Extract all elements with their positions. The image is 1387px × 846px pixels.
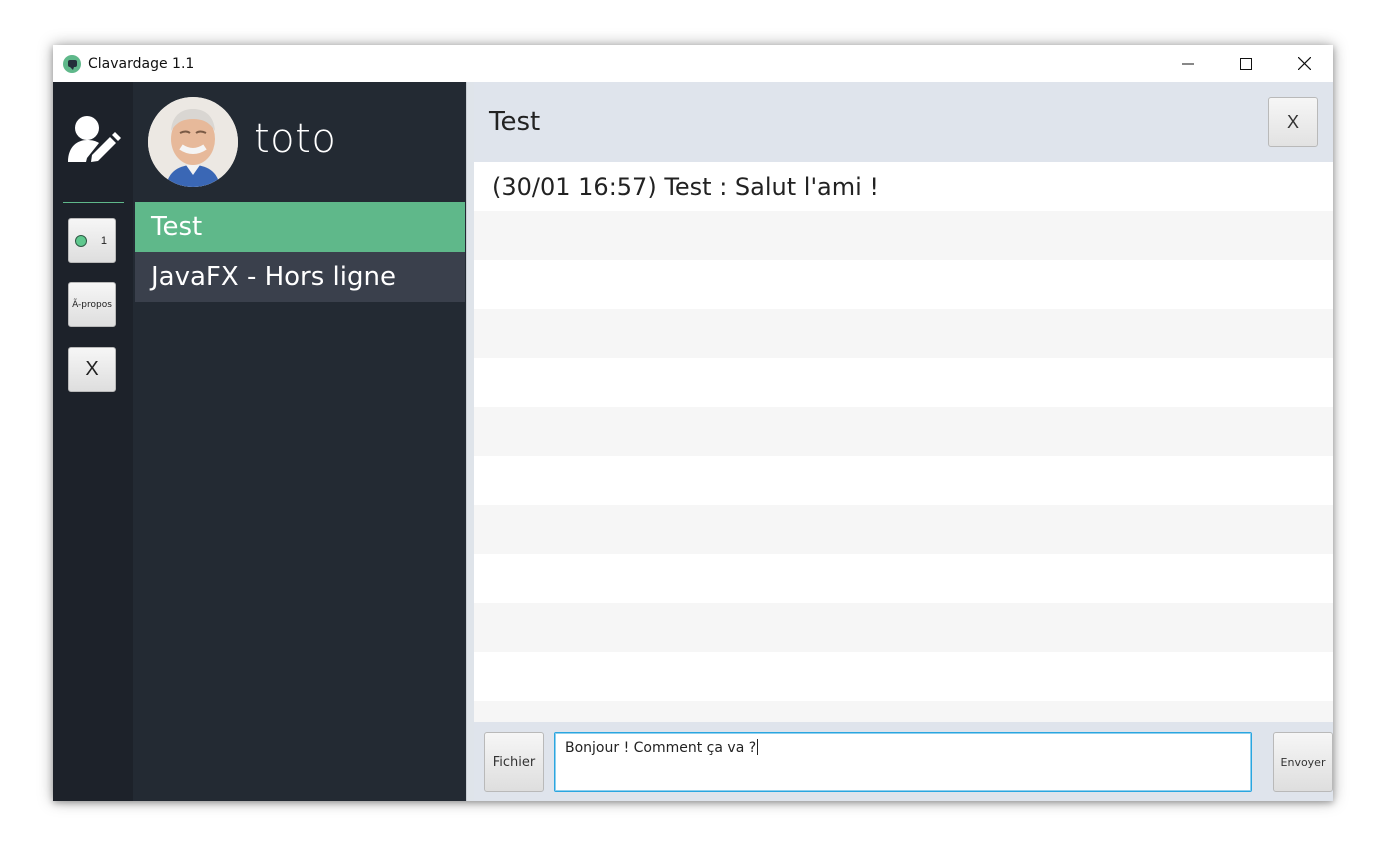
online-status-icon xyxy=(75,234,87,247)
contact-item-javafx[interactable]: JavaFX - Hors ligne xyxy=(135,252,465,302)
empty-row xyxy=(474,701,1333,722)
message-input[interactable]: Bonjour ! Comment ça va ? xyxy=(554,732,1252,792)
window-controls xyxy=(1159,45,1333,82)
contacts-sidebar: toto Test JavaFX - Hors ligne xyxy=(133,82,466,801)
close-window-button[interactable] xyxy=(1275,45,1333,82)
maximize-button[interactable] xyxy=(1217,45,1275,82)
empty-row xyxy=(474,260,1333,309)
window-title: Clavardage 1.1 xyxy=(88,55,195,72)
edit-profile-icon[interactable] xyxy=(65,112,121,172)
empty-row xyxy=(474,358,1333,407)
empty-row xyxy=(474,505,1333,554)
online-status-button[interactable]: 1 xyxy=(68,218,116,263)
empty-row xyxy=(474,309,1333,358)
avatar[interactable] xyxy=(148,97,238,187)
minimize-icon xyxy=(1182,63,1194,64)
close-icon xyxy=(1297,57,1311,70)
chat-app-icon xyxy=(63,54,81,73)
online-count: 1 xyxy=(100,234,107,247)
chat-header: Test X xyxy=(474,82,1333,162)
app-window: Clavardage 1.1 1 Ã-propos X toto Test Ja… xyxy=(53,45,1333,801)
split-divider[interactable] xyxy=(466,82,474,801)
message-list[interactable]: (30/01 16:57) Test : Salut l'ami ! xyxy=(474,162,1333,722)
empty-row xyxy=(474,554,1333,603)
file-button[interactable]: Fichier xyxy=(484,732,544,792)
empty-row xyxy=(474,652,1333,701)
empty-row xyxy=(474,211,1333,260)
contact-list: Test JavaFX - Hors ligne xyxy=(135,202,465,302)
maximize-icon xyxy=(1240,57,1252,70)
minimize-button[interactable] xyxy=(1159,45,1217,82)
logout-button[interactable]: X xyxy=(68,347,116,392)
about-button[interactable]: Ã-propos xyxy=(68,282,116,327)
username: toto xyxy=(254,116,337,162)
chat-panel: Test X (30/01 16:57) Test : Salut l'ami … xyxy=(474,82,1333,801)
chat-title: Test xyxy=(489,107,541,137)
empty-row xyxy=(474,603,1333,652)
contact-item-test[interactable]: Test xyxy=(135,202,465,252)
left-rail: 1 Ã-propos X xyxy=(53,82,133,801)
user-photo-icon xyxy=(148,97,238,187)
main-content: 1 Ã-propos X toto Test JavaFX - Hors lig… xyxy=(53,82,1333,801)
text-caret xyxy=(757,739,759,755)
message-item: (30/01 16:57) Test : Salut l'ami ! xyxy=(474,162,1333,211)
title-bar: Clavardage 1.1 xyxy=(53,45,1333,82)
close-chat-button[interactable]: X xyxy=(1268,97,1318,147)
empty-row xyxy=(474,407,1333,456)
rail-separator xyxy=(63,202,124,203)
message-input-value: Bonjour ! Comment ça va ? xyxy=(565,740,757,756)
send-button[interactable]: Envoyer xyxy=(1273,732,1333,792)
message-composer: Fichier Bonjour ! Comment ça va ? Envoye… xyxy=(474,722,1333,801)
empty-row xyxy=(474,456,1333,505)
